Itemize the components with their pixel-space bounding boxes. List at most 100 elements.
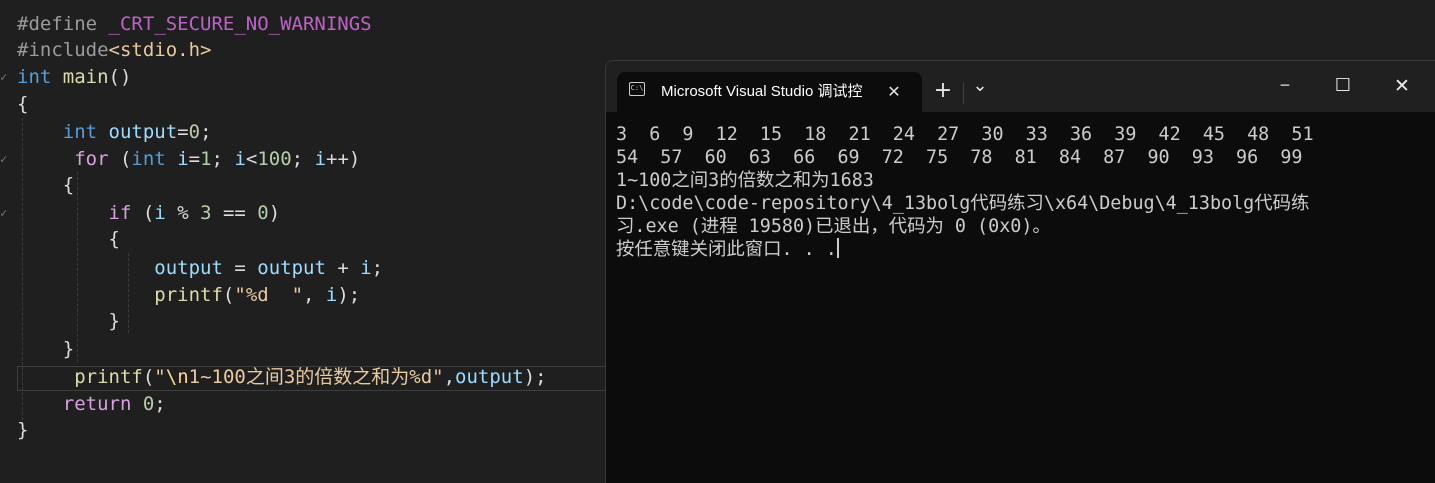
code-line[interactable]: #define _CRT_SECURE_NO_WARNINGS — [17, 11, 372, 38]
fold-marker-icon[interactable]: ✓ — [0, 200, 8, 227]
tab-close-icon[interactable]: ✕ — [882, 80, 906, 104]
new-tab-button[interactable]: + — [931, 76, 955, 106]
code-token: == — [211, 202, 258, 224]
code-token: % — [165, 202, 201, 224]
code-token: 3 — [200, 202, 212, 224]
code-token: 0 — [142, 393, 155, 415]
minimize-button[interactable]: ─ — [1263, 71, 1307, 101]
code-token: output — [455, 366, 524, 388]
console-line: 按任意键关闭此窗口. . . — [616, 238, 1431, 261]
code-token: output — [108, 121, 178, 143]
debug-console-window[interactable]: C:\ Microsoft Visual Studio 调试控 ✕ + ⌄ ─ … — [605, 60, 1435, 483]
code-token: ); — [337, 284, 361, 306]
code-token: printf — [74, 366, 143, 388]
titlebar-separator — [963, 82, 964, 104]
code-token: int — [17, 66, 63, 88]
code-token: = — [188, 148, 201, 170]
code-token: <stdio.h> — [108, 39, 212, 61]
console-line: D:\code\code-repository\4_13bolg代码练习\x64… — [616, 192, 1431, 215]
code-token: i — [234, 148, 246, 170]
console-line: 1~100之间3的倍数之和为1683 — [616, 169, 1431, 192]
code-token: ++) — [326, 148, 361, 170]
code-token: ; — [154, 393, 166, 415]
code-line[interactable]: { — [17, 172, 74, 199]
code-token: if — [108, 202, 143, 224]
code-token: ; — [211, 148, 235, 170]
code-line[interactable]: printf("%d ", i); — [17, 282, 360, 309]
code-token: #define — [17, 13, 109, 35]
code-line[interactable]: return 0; — [17, 391, 166, 418]
code-line[interactable]: } — [17, 336, 74, 363]
code-token: " — [154, 366, 166, 388]
code-token: } — [17, 338, 75, 360]
code-line[interactable]: int main() — [17, 64, 131, 91]
code-token: #include — [17, 39, 109, 61]
code-token: ; — [200, 121, 212, 143]
console-line-text: 习.exe (进程 19580)已退出，代码为 0 (0x0)。 — [616, 216, 1051, 237]
code-line[interactable]: } — [17, 417, 28, 444]
code-token: i — [314, 148, 327, 170]
tab-title: Microsoft Visual Studio 调试控 — [661, 83, 863, 100]
code-token: main — [62, 66, 109, 88]
code-token: printf — [154, 284, 223, 306]
console-line-text: 1~100之间3的倍数之和为1683 — [616, 170, 874, 191]
code-token: = — [177, 121, 189, 143]
code-line[interactable]: { — [17, 91, 28, 118]
console-line: 3 6 9 12 15 18 21 24 27 30 33 36 39 42 4… — [616, 123, 1431, 146]
code-line[interactable]: if (i % 3 == 0) — [17, 200, 281, 227]
code-token: 100 — [257, 148, 292, 170]
code-token: ); — [523, 366, 547, 388]
code-token: i — [360, 257, 372, 279]
code-token: 0 — [188, 121, 201, 143]
code-token: ( — [142, 366, 155, 388]
code-token: i — [154, 202, 166, 224]
code-token: output — [257, 257, 326, 279]
console-line-text: 3 6 9 12 15 18 21 24 27 30 33 36 39 42 4… — [616, 124, 1314, 145]
dropdown-chevron-icon[interactable]: ⌄ — [968, 71, 992, 101]
code-token: i — [325, 284, 338, 306]
code-token: , — [443, 366, 456, 388]
console-line-text: D:\code\code-repository\4_13bolg代码练习\x64… — [616, 193, 1310, 214]
code-token: { — [17, 174, 75, 196]
code-line[interactable]: int output=0; — [17, 119, 212, 146]
code-token: { — [17, 93, 29, 115]
code-line[interactable]: { — [17, 226, 120, 253]
console-line-text: 按任意键关闭此窗口. . . — [616, 239, 837, 260]
fold-marker-icon[interactable]: ✓ — [0, 146, 8, 173]
code-token: ) — [268, 202, 281, 224]
code-line[interactable]: output = output + i; — [17, 255, 383, 282]
code-line[interactable]: #include<stdio.h> — [17, 37, 211, 64]
code-token: int — [62, 121, 109, 143]
code-token: ( — [119, 148, 132, 170]
code-token: } — [17, 310, 120, 332]
code-token: ; — [291, 148, 315, 170]
code-token: , — [303, 284, 326, 306]
code-line[interactable]: printf("\n1~100之间3的倍数之和为%d",output); — [17, 364, 547, 391]
code-token: { — [17, 228, 120, 250]
console-titlebar[interactable]: C:\ Microsoft Visual Studio 调试控 ✕ + ⌄ ─ … — [606, 61, 1435, 112]
code-token: output — [154, 257, 223, 279]
code-token: ( — [222, 284, 235, 306]
code-line[interactable]: for (int i=1; i<100; i++) — [17, 146, 360, 173]
console-tab[interactable]: C:\ Microsoft Visual Studio 调试控 ✕ — [617, 72, 922, 112]
fold-marker-icon[interactable]: ✓ — [0, 64, 8, 91]
close-button[interactable]: ✕ — [1380, 71, 1424, 101]
terminal-icon: C:\ — [629, 82, 645, 96]
console-output[interactable]: 3 6 9 12 15 18 21 24 27 30 33 36 39 42 4… — [616, 123, 1431, 261]
code-token: "%d " — [234, 284, 304, 306]
code-token: } — [17, 419, 29, 441]
console-line: 习.exe (进程 19580)已退出，代码为 0 (0x0)。 — [616, 215, 1431, 238]
code-token: 0 — [257, 202, 269, 224]
maximize-button[interactable]: ☐ — [1321, 71, 1365, 101]
text-cursor — [836, 238, 839, 258]
code-token: return — [62, 393, 143, 415]
code-token: 1 — [200, 148, 212, 170]
code-line[interactable]: } — [17, 308, 120, 335]
